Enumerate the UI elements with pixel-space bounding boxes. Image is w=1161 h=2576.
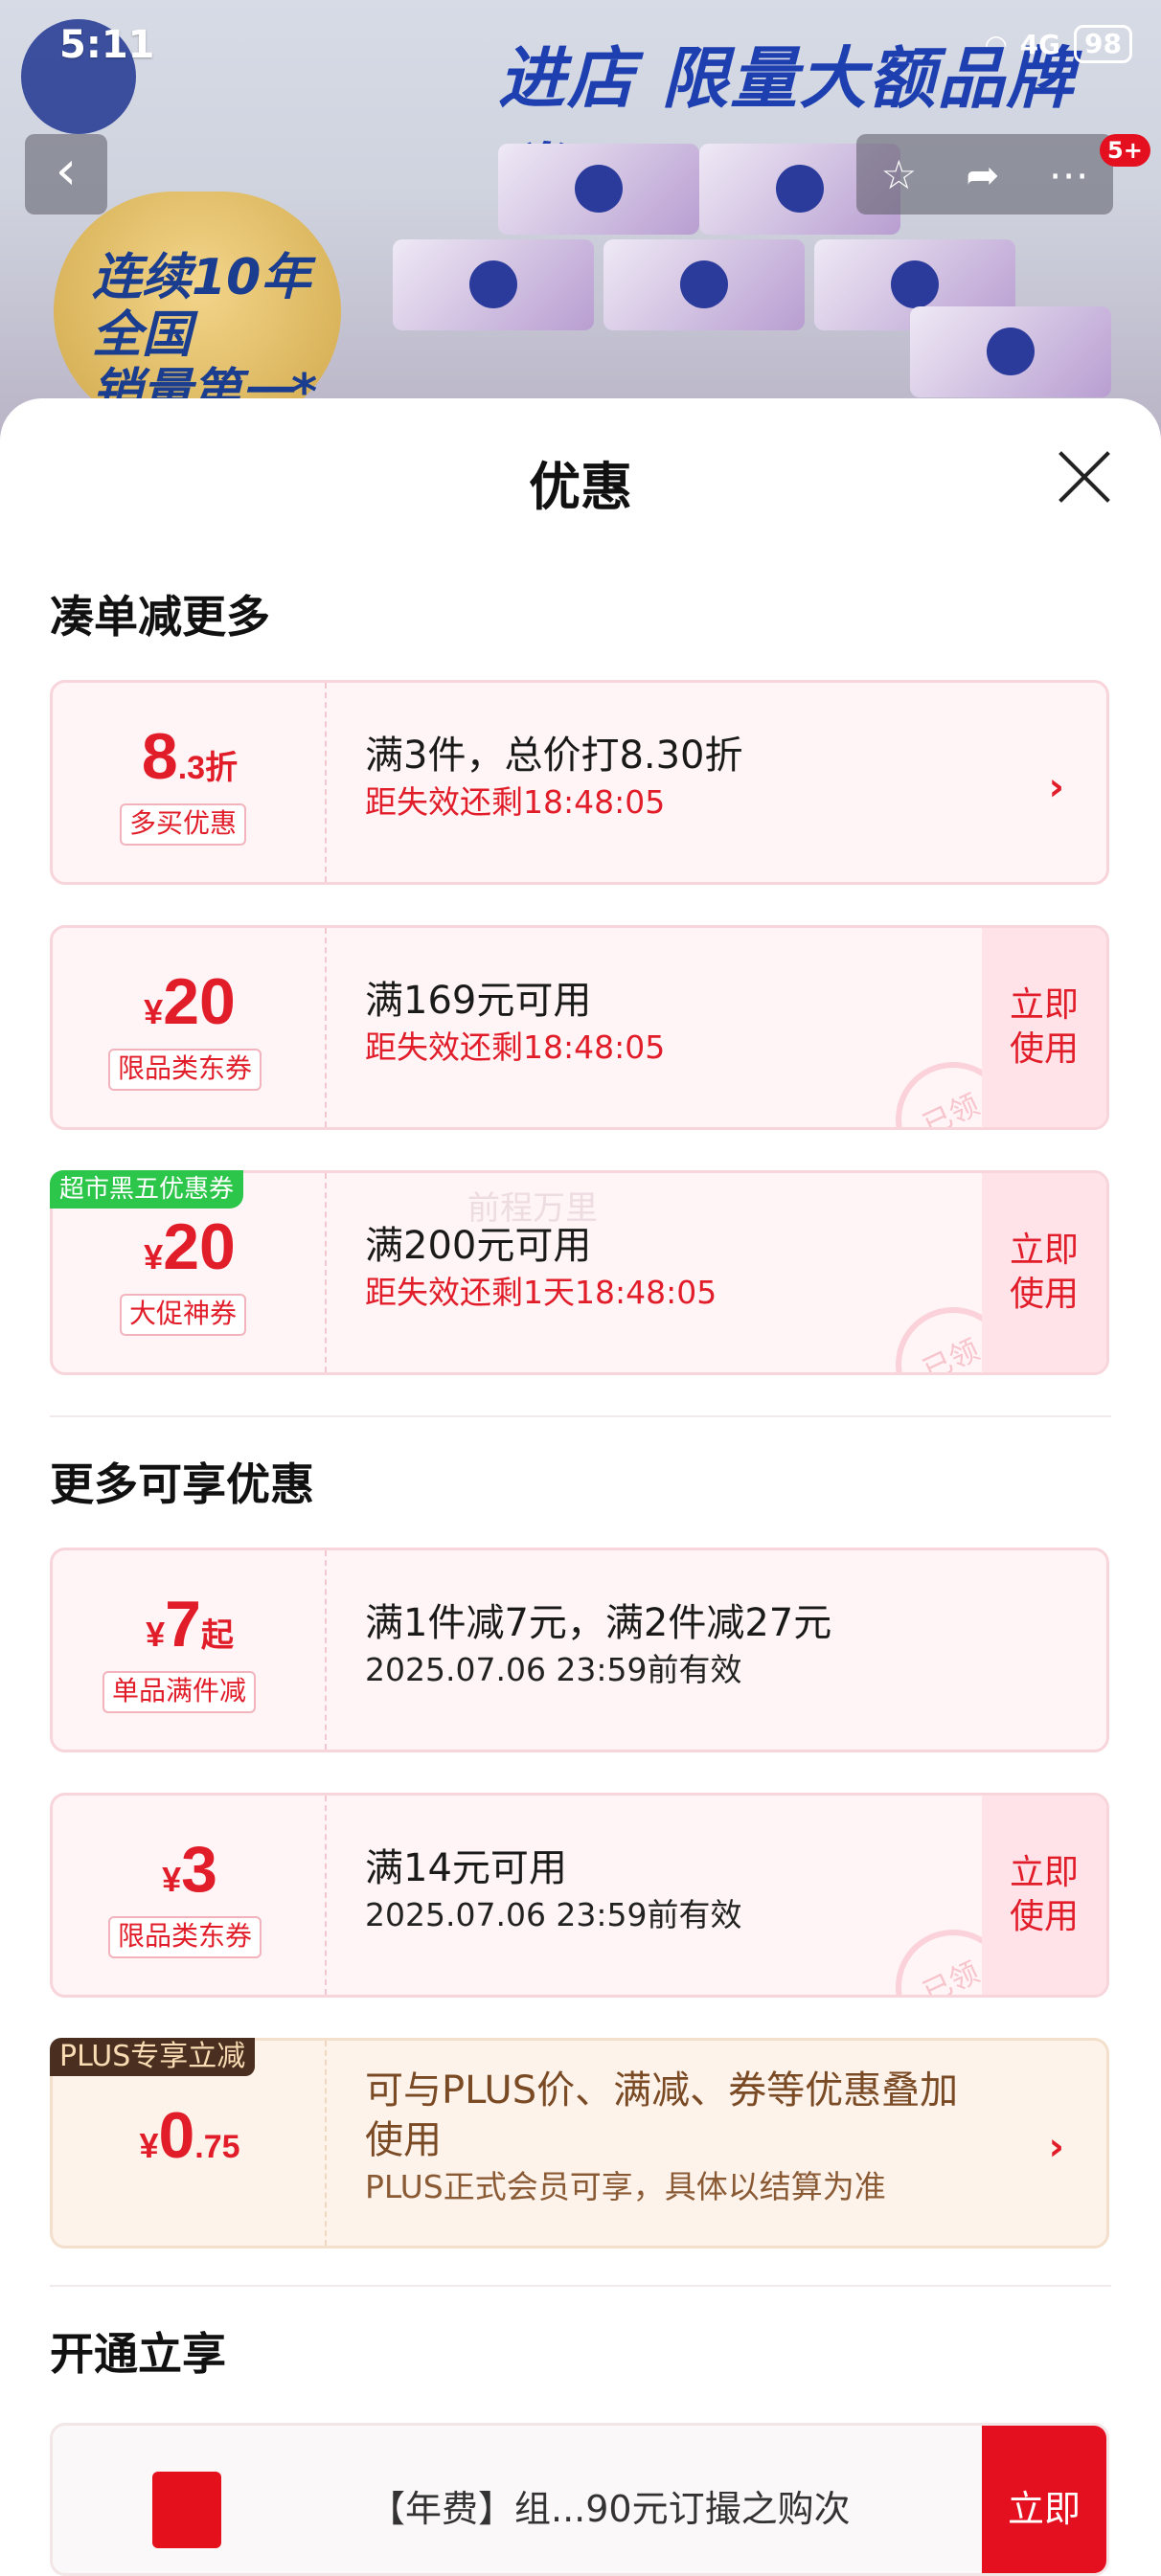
coupon-amount-suffix: .75 [194, 2129, 240, 2165]
coupon-card: ¥3 限品类东券 满14元可用 2025.07.06 23:59前有效 已领 立… [50, 1793, 1109, 1998]
use-now-label-2: 使用 [1009, 1275, 1079, 1314]
coupon-type-tag: 大促神券 [120, 1294, 247, 1336]
coupon-condition: 满200元可用 [365, 1224, 592, 1268]
badge-line2: 全国 [92, 306, 193, 364]
use-now-button[interactable]: 立即 使用 [982, 1173, 1106, 1372]
coupon-card: ¥7起 单品满件减 满1件减7元，满2件减27元 2025.07.06 23:5… [50, 1548, 1109, 1752]
more-icon[interactable]: ⋯ [1048, 151, 1088, 198]
coupon-amount: 0 [158, 2099, 195, 2172]
coupon-amount: 20 [163, 965, 236, 1038]
section-title-more-discount: 凑单减更多 [50, 591, 270, 643]
coupon-amount-suffix: 起 [200, 1617, 234, 1654]
section-divider [50, 2285, 1111, 2287]
coupon-type-tag: 限品类东券 [108, 1916, 262, 1958]
favorite-star-icon[interactable]: ☆ [881, 151, 918, 198]
coupon-card: ¥20 限品类东券 满169元可用 距失效还剩18:48:05 已领 立即 使用 [50, 925, 1109, 1130]
coupon-amount: 8 [141, 720, 178, 793]
section-title-more-offers: 更多可享优惠 [50, 1458, 314, 1510]
status-time: 5:11 [59, 23, 155, 67]
use-now-label-1: 立即 [1009, 1853, 1079, 1892]
coupon-amount: 7 [165, 1588, 201, 1661]
coupon-value-area: 8.3折 多买优惠 [53, 683, 327, 882]
badge-line1: 连续10年 [92, 249, 311, 306]
coupon-condition: 满169元可用 [365, 979, 592, 1023]
sales-badge: 连续10年 全国 销量第一* [54, 192, 341, 431]
membership-card: 【年费】组...90元订撮之购次 立即 [50, 2423, 1109, 2576]
use-now-label-1: 立即 [1009, 1231, 1079, 1270]
wifi-icon: ◠ [986, 28, 1007, 60]
top-actions: ☆ ➦ ⋯ [856, 134, 1113, 215]
promo-corner-tag: 超市黑五优惠券 [50, 1170, 244, 1209]
plus-corner-tag: PLUS专享立减 [50, 2038, 256, 2076]
product-image [393, 239, 594, 330]
watermark-text: 前程万里 [467, 1189, 598, 1228]
use-now-button[interactable]: 立即 使用 [982, 928, 1106, 1127]
share-icon[interactable]: ➦ [966, 151, 999, 198]
close-button[interactable] [1056, 448, 1113, 506]
coupon-condition: 满1件减7元，满2件减27元 [365, 1601, 832, 1645]
use-now-label-1: 立即 [1009, 985, 1079, 1025]
currency-symbol: ¥ [146, 1615, 166, 1654]
coupon-expiry: 2025.07.06 23:59前有效 [365, 1651, 742, 1688]
chevron-right-icon[interactable]: › [1049, 2125, 1064, 2169]
membership-card-icon [152, 2472, 221, 2548]
coupon-expiry: 2025.07.06 23:59前有效 [365, 1896, 742, 1933]
coupon-expiry: 距失效还剩18:48:05 [365, 783, 666, 821]
coupon-expiry: 距失效还剩18:48:05 [365, 1028, 666, 1066]
currency-symbol: ¥ [139, 2126, 159, 2165]
product-banner: 进店 限量大额品牌券! 连续10年 全国 销量第一* 5:11 ◠ 4G 98 … [0, 0, 1161, 441]
offers-sheet: 优惠 凑单减更多 8.3折 多买优惠 满3件，总价打8.30折 距失效还剩18:… [0, 398, 1161, 2505]
plus-offer-desc-1: 可与PLUS价、满减、券等优惠叠加 [365, 2068, 959, 2113]
open-now-button[interactable]: 立即 [982, 2426, 1106, 2573]
back-button[interactable]: ‹ [25, 134, 107, 215]
coupon-type-tag: 单品满件减 [102, 1671, 257, 1713]
sheet-title: 优惠 [529, 457, 632, 517]
coupon-type-tag: 限品类东券 [108, 1049, 262, 1091]
coupon-expiry: 距失效还剩1天18:48:05 [365, 1274, 717, 1311]
coupon-amount: 20 [163, 1210, 236, 1283]
coupon-condition: 满14元可用 [365, 1846, 567, 1890]
currency-symbol: ¥ [144, 992, 164, 1031]
plus-offer-note: PLUS正式会员可享，具体以结算为准 [365, 2168, 886, 2205]
signal-icon: 4G [1019, 28, 1061, 60]
coupon-amount: 3 [181, 1833, 217, 1906]
membership-card-text: 【年费】组...90元订撮之购次 [369, 2488, 851, 2530]
status-icons: ◠ 4G 98 [986, 25, 1132, 63]
message-count-badge: 5+ [1100, 134, 1150, 167]
coupon-amount-suffix: .3折 [177, 750, 239, 786]
coupon-type-tag: 多买优惠 [120, 803, 247, 846]
currency-symbol: ¥ [162, 1860, 182, 1899]
currency-symbol: ¥ [144, 1237, 164, 1277]
plus-offer-desc-2: 使用 [365, 2118, 442, 2162]
section-title-open-enjoy: 开通立享 [50, 2328, 226, 2380]
product-image [498, 144, 699, 235]
product-image [603, 239, 805, 330]
use-now-button[interactable]: 立即 使用 [982, 1796, 1106, 1995]
section-divider [50, 1415, 1111, 1417]
use-now-label-2: 使用 [1009, 1897, 1079, 1936]
use-now-label-2: 使用 [1009, 1029, 1079, 1069]
coupon-card[interactable]: 8.3折 多买优惠 满3件，总价打8.30折 距失效还剩18:48:05 › [50, 680, 1109, 885]
chevron-right-icon[interactable]: › [1049, 765, 1064, 809]
product-image [910, 306, 1111, 397]
coupon-condition: 满3件，总价打8.30折 [365, 734, 743, 778]
battery-icon: 98 [1074, 25, 1132, 63]
